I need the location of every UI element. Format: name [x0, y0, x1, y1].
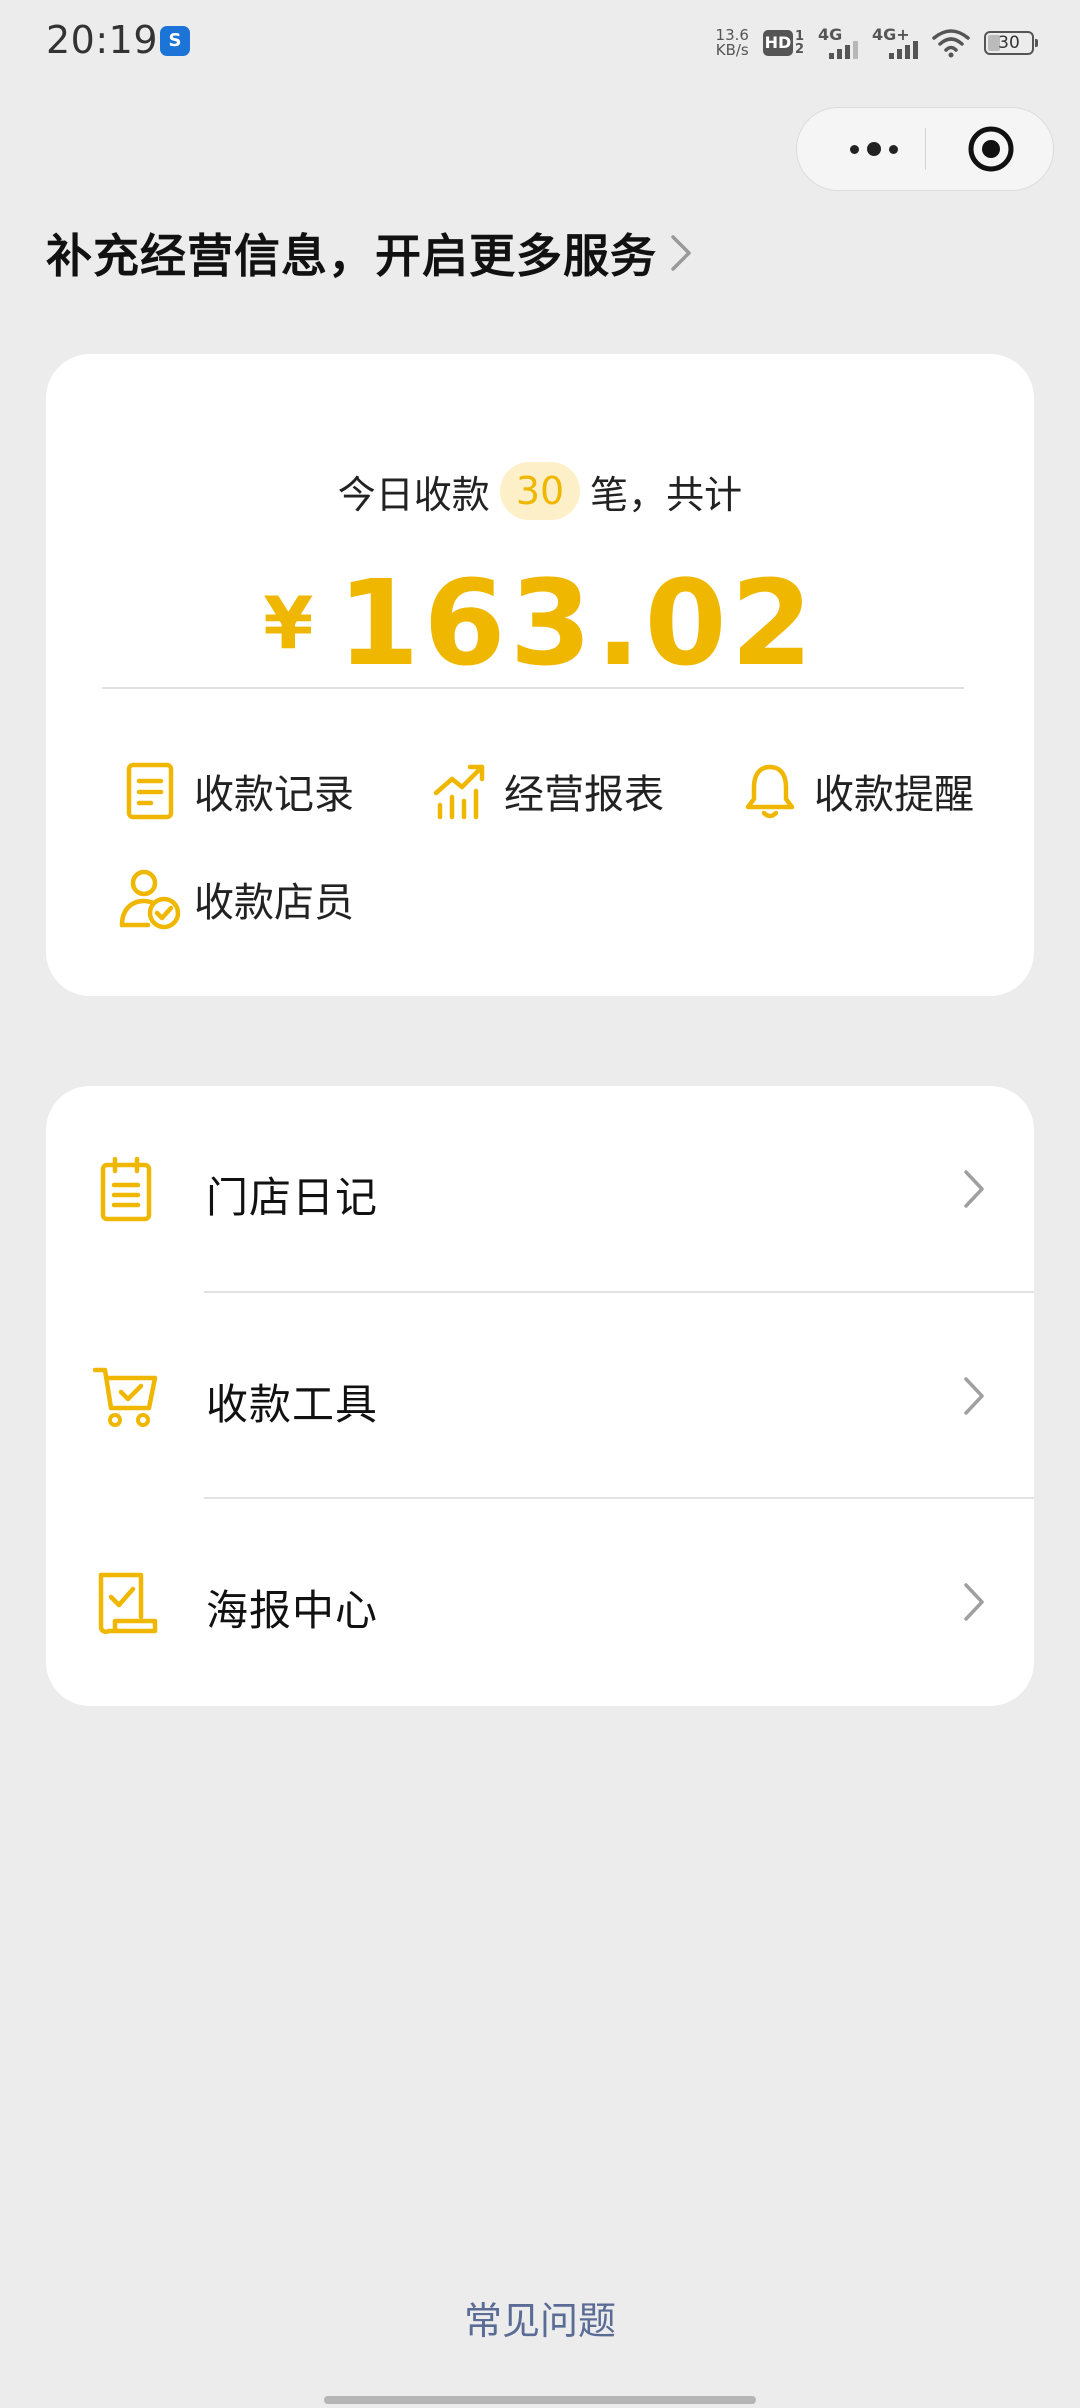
home-indicator[interactable]: [324, 2396, 756, 2404]
quick-action-label: 收款提醒: [814, 772, 974, 818]
today-summary: 今日收款 30 笔，共计: [46, 462, 1034, 520]
quick-action-reports[interactable]: 经营报表: [428, 756, 664, 826]
quick-action-label: 收款记录: [194, 772, 354, 818]
business-info-link[interactable]: 补充经营信息，开启更多服务: [46, 218, 693, 288]
miniprogram-capsule: [796, 107, 1054, 191]
target-close-icon[interactable]: [967, 125, 1015, 173]
faq-link[interactable]: 常见问题: [0, 2290, 1080, 2345]
bell-icon: [745, 764, 795, 819]
wifi-icon: [932, 29, 970, 58]
battery-icon: 30: [984, 31, 1038, 55]
divider: [102, 687, 964, 689]
status-indicators: 13.6 KB/s HD 1 2 4G 4G+ 30: [716, 22, 1038, 64]
network-speed-unit: KB/s: [715, 41, 749, 59]
cart-check-icon: [93, 1367, 158, 1427]
capsule-divider: [925, 128, 926, 170]
network-speed: 13.6 KB/s: [716, 28, 749, 58]
chevron-right-icon: [964, 1583, 984, 1621]
battery-level: 30: [998, 33, 1020, 53]
today-suffix: 笔，共计: [590, 472, 743, 517]
quick-action-records[interactable]: 收款记录: [118, 756, 354, 826]
document-icon: [126, 762, 174, 820]
quick-action-reminder[interactable]: 收款提醒: [738, 756, 974, 826]
chevron-right-icon: [671, 235, 691, 271]
menu-card: 门店日记 收款工具 海报中心: [46, 1086, 1034, 1706]
menu-item-label: 海报中心: [206, 1586, 379, 1635]
quick-action-label: 收款店员: [194, 880, 354, 926]
summary-card: 今日收款 30 笔，共计 ¥ 163.02 收款记录 经营报表 收款提醒 收款店…: [46, 354, 1034, 996]
chart-trend-icon: [433, 764, 485, 820]
chevron-right-icon: [964, 1170, 984, 1208]
poster-check-icon: [98, 1572, 158, 1635]
quick-action-staff[interactable]: 收款店员: [118, 864, 354, 934]
notepad-icon: [100, 1157, 152, 1222]
menu-item-label: 门店日记: [206, 1173, 379, 1222]
total-amount: 163.02: [337, 554, 817, 692]
hd-voice-icon: HD 1 2: [762, 30, 804, 56]
staff-verified-icon: [119, 869, 181, 930]
quick-action-label: 经营报表: [504, 772, 664, 818]
status-time: 20:19: [46, 18, 159, 62]
page-title: 补充经营信息，开启更多服务: [46, 229, 657, 283]
amount-row: ¥ 163.02: [46, 554, 1034, 692]
app-notification-icon: S: [160, 26, 190, 56]
menu-item-poster-center[interactable]: 海报中心: [46, 1499, 1034, 1705]
more-dots-icon[interactable]: [829, 108, 919, 190]
signal-1-icon: 4G: [818, 25, 858, 61]
menu-item-label: 收款工具: [206, 1380, 379, 1429]
transaction-count-badge: 30: [499, 462, 581, 520]
currency-symbol: ¥: [263, 581, 314, 665]
today-prefix: 今日收款: [337, 472, 490, 517]
hd-sub: 1 2: [795, 30, 804, 56]
menu-item-payment-tools[interactable]: 收款工具: [46, 1293, 1034, 1499]
status-bar: 20:19 S 13.6 KB/s HD 1 2 4G 4G+ 30: [0, 0, 1080, 84]
chevron-right-icon: [964, 1377, 984, 1415]
signal-2-icon: 4G+: [872, 25, 918, 61]
menu-item-store-diary[interactable]: 门店日记: [46, 1086, 1034, 1292]
hd-sub-bottom: 2: [794, 42, 804, 57]
hd-label: HD: [762, 30, 793, 56]
